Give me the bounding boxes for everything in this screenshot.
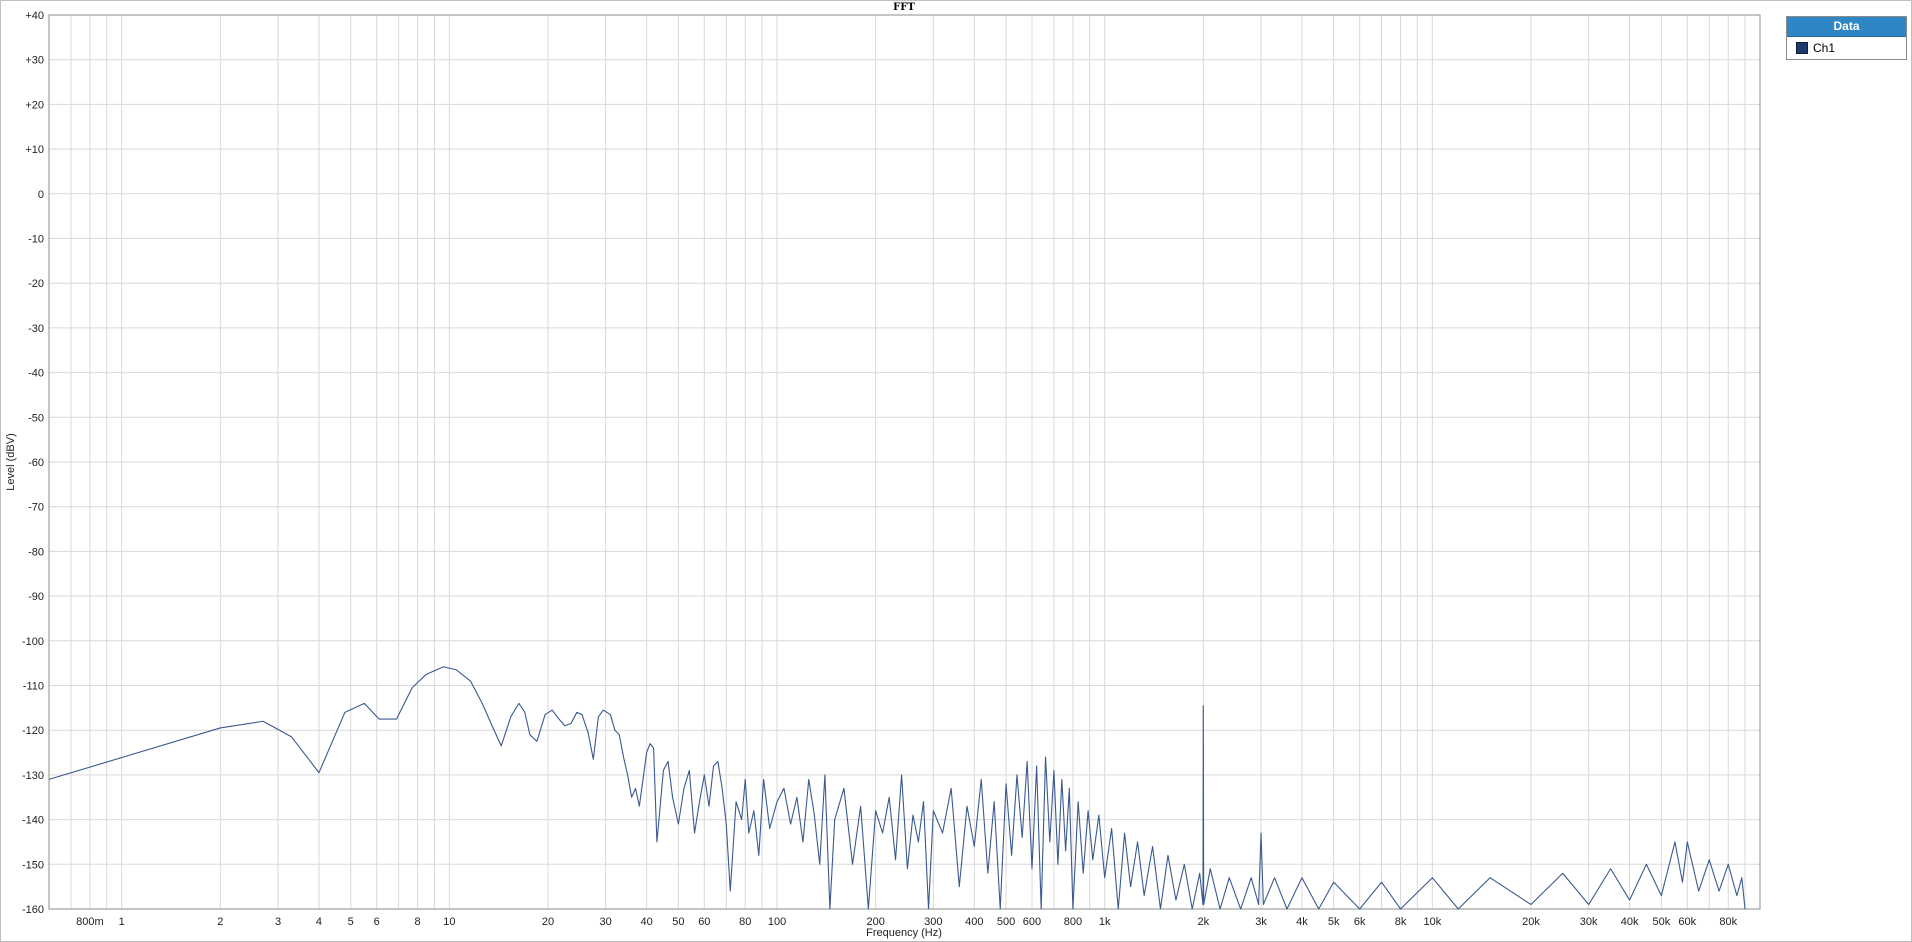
y-tick-label: -30: [28, 323, 44, 335]
series-line-ch1: [48, 666, 1746, 910]
y-tick-label: -160: [22, 904, 44, 916]
tick-labels: +40 +30 +20 +10 0 -10 -20 -30 -40 -50 -60 -70 -80 -90…: [22, 10, 1738, 928]
x-tick-label: 10k: [1423, 916, 1441, 928]
y-tick-label: -40: [28, 368, 44, 380]
x-tick-label: 100: [768, 916, 786, 928]
y-tick-label: 0: [38, 189, 44, 201]
legend-item-ch1[interactable]: Ch1: [1787, 37, 1906, 58]
y-tick-label: -50: [28, 412, 44, 424]
y-tick-label: +40: [25, 10, 44, 22]
y-tick-label: -120: [22, 725, 44, 737]
y-tick-label: -80: [28, 546, 44, 558]
y-tick-label: -20: [28, 278, 44, 290]
y-tick-label: -140: [22, 815, 44, 827]
x-tick-label: 30: [600, 916, 612, 928]
chart-title: FFT: [893, 2, 915, 13]
x-tick-label: 60k: [1678, 916, 1696, 928]
x-tick-label: 600: [1023, 916, 1041, 928]
legend-title: Data: [1787, 17, 1906, 37]
y-tick-label: -100: [22, 636, 44, 648]
x-tick-label: 800: [1064, 916, 1082, 928]
x-tick-label: 8k: [1395, 916, 1407, 928]
y-tick-label: -130: [22, 770, 44, 782]
y-tick-label: -60: [28, 457, 44, 469]
x-tick-label: 1k: [1099, 916, 1111, 928]
x-tick-label: 50: [672, 916, 684, 928]
x-tick-label: 10: [443, 916, 455, 928]
y-tick-label: -90: [28, 591, 44, 603]
x-tick-label: 500: [997, 916, 1015, 928]
legend-swatch: [1796, 41, 1808, 54]
x-tick-label: 400: [965, 916, 983, 928]
x-tick-label: 30k: [1580, 916, 1598, 928]
y-tick-label: -110: [23, 681, 44, 693]
y-tick-label: -150: [22, 859, 44, 871]
x-tick-label: 60: [698, 916, 710, 928]
x-tick-label: 4k: [1296, 916, 1308, 928]
x-tick-label: 8: [415, 916, 421, 928]
x-tick-label: 6k: [1354, 916, 1366, 928]
x-tick-label: 3: [275, 916, 281, 928]
x-tick-label: 80k: [1719, 916, 1737, 928]
x-tick-label: 50k: [1652, 916, 1670, 928]
x-tick-label: 2k: [1198, 916, 1210, 928]
series-layer: [48, 666, 1746, 910]
x-tick-label: 4: [316, 916, 322, 928]
x-tick-label: 80: [739, 916, 751, 928]
x-tick-label: 5k: [1328, 916, 1340, 928]
x-tick-label: 20: [542, 916, 554, 928]
x-tick-label: 6: [374, 916, 380, 928]
y-axis-label: Level (dBV): [5, 433, 17, 490]
x-tick-label: 1: [119, 916, 125, 928]
x-tick-label: 800m: [76, 916, 104, 928]
y-tick-label: +10: [25, 144, 44, 156]
y-tick-label: -10: [28, 234, 44, 246]
fft-chart: +40 +30 +20 +10 0 -10 -20 -30 -40 -50 -60 -70 -80 -90…: [5, 2, 1761, 939]
y-tick-label: +30: [25, 55, 44, 67]
y-tick-label: -70: [28, 502, 44, 514]
x-tick-label: 5: [348, 916, 354, 928]
x-tick-label: 2: [217, 916, 223, 928]
x-tick-label: 3k: [1255, 916, 1267, 928]
x-tick-label: 40k: [1621, 916, 1639, 928]
x-axis-label: Frequency (Hz): [866, 927, 942, 939]
y-tick-label: +20: [25, 99, 44, 111]
x-tick-label: 40: [641, 916, 653, 928]
legend-label: Ch1: [1813, 40, 1836, 55]
x-tick-label: 20k: [1522, 916, 1540, 928]
grid-lines: [48, 14, 1760, 910]
legend[interactable]: Data Ch1: [1786, 16, 1907, 60]
